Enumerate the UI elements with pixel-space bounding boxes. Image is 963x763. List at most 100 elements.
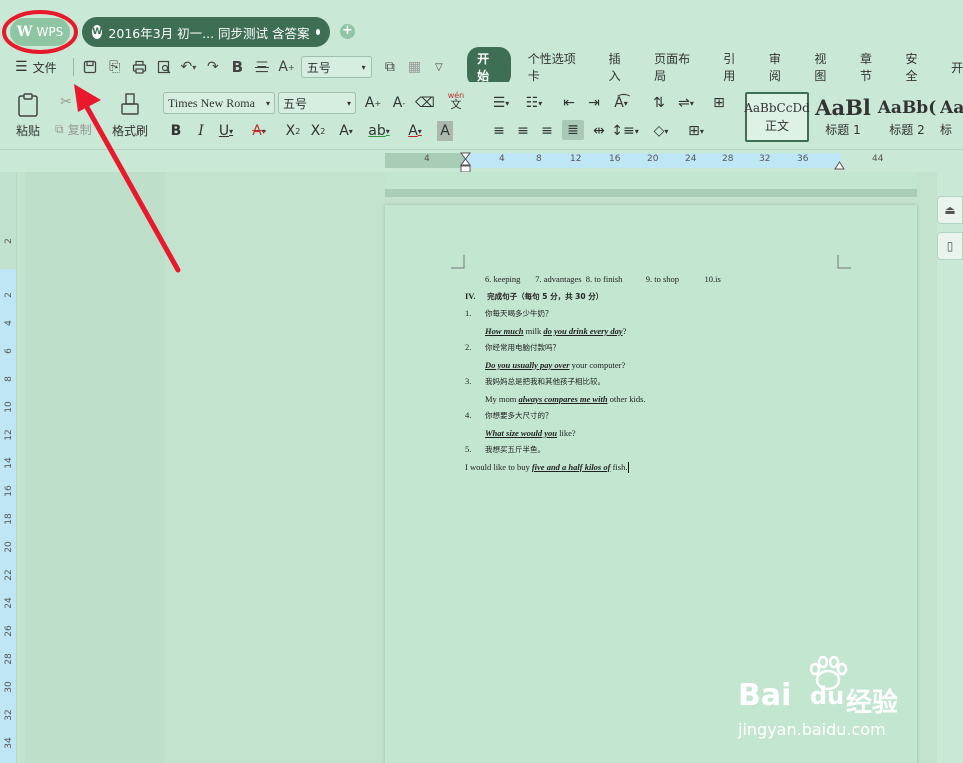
decrease-indent-icon[interactable]: ⇤ [558,93,580,113]
style-heading-3[interactable]: Aa 标 [940,92,963,142]
phonetic-guide-icon[interactable]: wén 文 [440,90,472,110]
tab-home[interactable]: 开始 [467,47,511,87]
underline-icon[interactable]: U ▾ [215,121,237,141]
style-heading-1[interactable]: AaBl 标题 1 [812,92,874,142]
cut-icon[interactable]: ✂ [55,92,77,112]
answer-text: milk [523,325,544,336]
horizontal-ruler[interactable]: 4 4 8 12 16 20 24 28 32 36 44 [0,150,963,174]
tab-security[interactable]: 安全 [895,50,941,84]
bullets-icon[interactable]: ☰ ▾ [490,93,512,113]
answer-line: What size would you like? [465,425,865,442]
grow-font-icon[interactable]: A + [274,56,299,78]
superscript-icon[interactable]: X2 [282,121,304,141]
text-effect-icon[interactable]: A ▾ [335,121,357,141]
align-left-icon[interactable]: ≡ [488,121,510,141]
document-body[interactable]: 6. keeping 7. advantages 8. to finish 9.… [465,271,865,475]
tab-custom[interactable]: 个性选项卡 [517,50,598,84]
clipboard-icon [18,93,38,117]
border-layout-icon[interactable]: ⊞ [708,93,730,113]
paste-label: 粘贴 [15,124,40,138]
italic-icon[interactable]: I [190,121,212,141]
style-label: 标题 1 [825,122,861,137]
justify-icon[interactable]: ≣ [562,120,584,140]
question-number: 2. [465,342,472,352]
question-text: 你经常用电脑付款吗？ [485,343,560,352]
canvas-shade [25,172,165,763]
copy-icon: ⧉ [55,121,64,136]
font-name-select[interactable]: Times New Roma ▾ [163,92,275,114]
print-icon[interactable] [127,56,152,78]
highlight-icon[interactable]: ab ▾ [368,121,390,141]
copy-button[interactable]: ⧉ 复制 [55,119,103,139]
collapse-panel-icon[interactable]: ⏏ [937,196,963,224]
ruler-tick: 12 [4,429,14,441]
file-menu-button[interactable]: ☰ 文件 [0,59,69,76]
clear-format-icon[interactable]: ⌫ [414,93,436,113]
document-tab[interactable]: W 2016年3月 初一... 同步测试 含答案 [82,17,330,47]
increase-indent-icon[interactable]: ⇥ [583,93,605,113]
style-normal[interactable]: AaBbCcDd 正文 [744,92,810,142]
char-shading-icon[interactable]: A [437,121,453,141]
decrease-font-icon[interactable]: A- [388,93,410,113]
tab-chapter[interactable]: 章节 [849,50,895,84]
show-hide-icon[interactable]: ⇌ ▾ [675,93,697,113]
watermark-brand: Bai [738,678,792,713]
shading-icon[interactable]: ◇ ▾ [650,121,672,141]
replace-icon[interactable]: ⧉ [378,56,403,78]
right-indent-marker-icon[interactable] [834,160,845,170]
strikethrough-icon[interactable]: A ▾ [248,121,270,141]
borders-icon[interactable]: ⊞ ▾ [685,121,707,141]
ruler-tick: 24 [685,154,697,164]
tab-page-layout[interactable]: 页面布局 [643,50,712,84]
indent-marker-icon[interactable] [460,152,471,174]
tab-references[interactable]: 引用 [712,50,758,84]
tab-view[interactable]: 视图 [803,50,849,84]
strikethrough-icon[interactable]: 三 [250,56,275,78]
print-preview-icon[interactable] [152,56,177,78]
add-tab-icon[interactable]: + [340,24,355,39]
wps-home-tab[interactable]: W WPS [10,18,70,46]
ruler-tick: 4 [4,320,14,326]
paste-button[interactable]: 粘贴 [10,92,46,139]
ruler-tick: 10 [4,401,14,413]
answer-blank: always compares me with [518,393,608,404]
ruler-tick: 16 [609,154,621,164]
table-grid-icon[interactable]: ▦ [402,56,427,78]
format-painter-button[interactable]: 格式刷 [108,92,152,139]
distribute-icon[interactable]: ⇹ [588,121,610,141]
font-color-icon[interactable]: A ▾ [404,121,426,141]
ruler-tick: 34 [4,737,14,749]
section-number: IV. [465,290,476,301]
style-label: 标 [940,122,953,137]
unsaved-dot-icon [315,29,320,35]
question-cn: 2. 你经常用电脑付款吗？ [465,339,865,357]
bold-icon[interactable]: B [225,56,250,78]
bold-icon[interactable]: B [165,121,187,141]
tab-more[interactable]: 开 [940,59,963,76]
more-dropdown-icon[interactable]: ▽ [427,56,452,78]
align-center-icon[interactable]: ≡ [512,121,534,141]
vertical-ruler[interactable]: 2 2 4 6 8 10 12 14 16 18 20 22 24 26 28 … [0,172,17,763]
save-icon[interactable] [78,56,103,78]
font-size-select[interactable]: 五号 ▾ [300,56,372,78]
question-cn: 4. 你想要多大尺寸的？ [465,407,865,425]
style-heading-2[interactable]: AaBb( 标题 2 [876,92,938,142]
tab-review[interactable]: 审阅 [758,50,804,84]
increase-font-icon[interactable]: A + [362,93,384,113]
sort-icon[interactable]: ⇅ [648,93,670,113]
side-tool-icon[interactable]: ▯ [937,232,963,260]
line-spacing-icon[interactable]: ↕≡ ▾ [611,121,638,141]
answer-blank: How much [485,325,524,336]
redo-icon[interactable]: ↷ [201,56,226,78]
ruler-tick: 28 [722,154,734,164]
section-title: 完成句子（每句 5 分，共 30 分） [487,291,604,301]
subscript-icon[interactable]: X2 [307,121,329,141]
chinese-layout-icon[interactable]: A͡ ▾ [610,93,632,113]
tab-insert[interactable]: 插入 [598,50,644,84]
align-right-icon[interactable]: ≡ [536,121,558,141]
numbering-icon[interactable]: ☷ ▾ [523,93,545,113]
export-icon[interactable]: ⎘ [102,56,127,78]
answer-blank: What size would you [485,427,558,438]
undo-icon[interactable]: ↶ ▾ [176,56,201,78]
font-size-select-ribbon[interactable]: 五号 ▾ [278,92,356,114]
